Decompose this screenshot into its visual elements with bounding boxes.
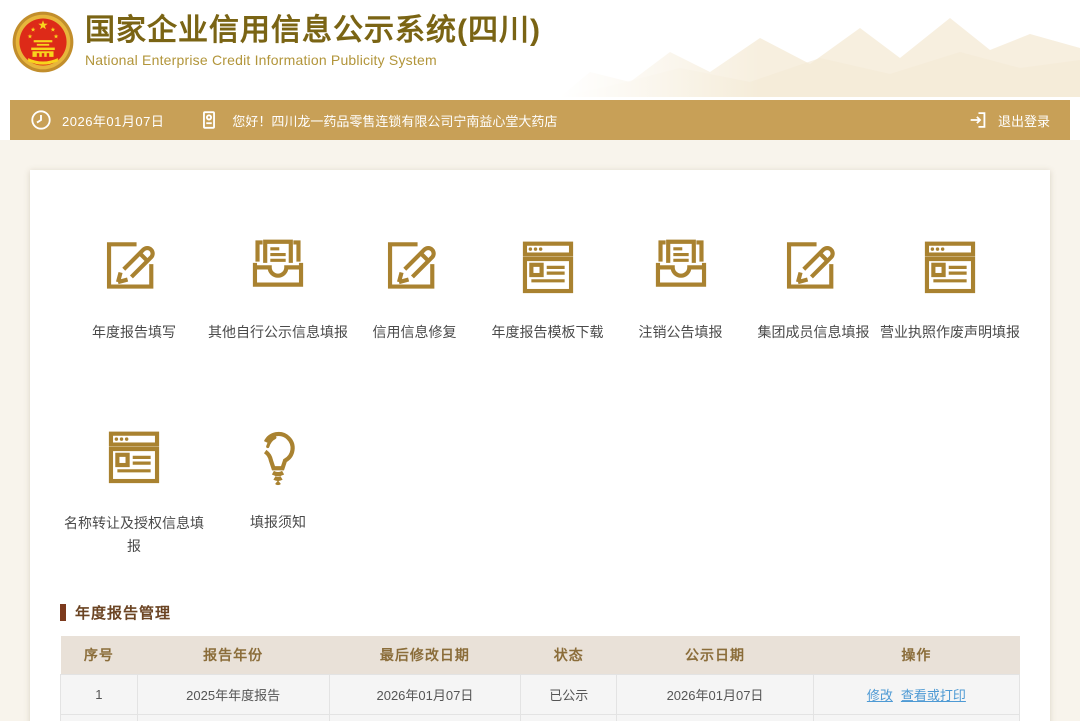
cell-report-year: 2025年年度报告: [137, 674, 329, 714]
col-header-status: 状态: [521, 636, 617, 674]
menu-item-annual-report-template-download[interactable]: 年度报告模板下载: [481, 236, 614, 342]
cell-actions: 修改查看或打印: [813, 674, 1019, 714]
modify-link[interactable]: 修改: [867, 688, 893, 703]
topbar-wrap: 2026年01月07日 您好！四川龙一药品零售连锁有限公司宁南益心堂大药店 退出…: [0, 97, 1080, 140]
menu-item-label: 填报须知: [250, 512, 306, 532]
section-title: 年度报告管理: [60, 602, 1020, 623]
table-row: 1 2025年年度报告 2026年01月07日 已公示 2026年01月07日 …: [61, 674, 1020, 714]
menu-item-filing-instructions[interactable]: 填报须知: [208, 426, 348, 557]
menu-item-credit-repair[interactable]: 信用信息修复: [348, 236, 481, 342]
function-menu: 年度报告填写 其他自行公示信息填报 信用信息修复 年度报告模板下载 注销公告填报…: [60, 236, 1020, 557]
table-header-row: 序号 报告年份 最后修改日期 状态 公示日期 操作: [61, 636, 1020, 674]
menu-item-name-transfer-authorization-fill[interactable]: 名称转让及授权信息填报: [60, 426, 208, 557]
cell-status: 已公示: [521, 674, 617, 714]
menu-item-label: 名称转让及授权信息填报: [60, 512, 208, 557]
inbox-icon: [246, 236, 310, 300]
menu-item-group-member-info-fill[interactable]: 集团成员信息填报: [747, 236, 880, 342]
webpage-icon: [918, 236, 982, 300]
edit-icon: [383, 236, 447, 300]
webpage-icon: [102, 426, 166, 490]
annual-report-management-section: 年度报告管理 序号 报告年份 最后修改日期 状态 公示日期 操作 1 2025: [60, 602, 1020, 721]
brand: 国家企业信用信息公示系统(四川) National Enterprise Cre…: [12, 7, 541, 73]
site-header: 国家企业信用信息公示系统(四川) National Enterprise Cre…: [0, 0, 1080, 97]
logout-icon: [967, 109, 989, 131]
topbar: 2026年01月07日 您好！四川龙一药品零售连锁有限公司宁南益心堂大药店 退出…: [10, 100, 1070, 140]
menu-item-label: 信用信息修复: [373, 322, 457, 342]
table-row: [61, 714, 1020, 721]
col-header-publicity-date: 公示日期: [617, 636, 814, 674]
menu-item-label: 年度报告模板下载: [492, 322, 604, 342]
site-title: 国家企业信用信息公示系统(四川): [85, 14, 541, 49]
site-subtitle: National Enterprise Credit Information P…: [85, 52, 541, 68]
menu-item-annual-report-fill[interactable]: 年度报告填写: [60, 236, 208, 342]
user-badge-icon: [198, 109, 220, 131]
logout-button[interactable]: 退出登录: [967, 109, 1050, 131]
menu-item-label: 集团成员信息填报: [758, 322, 870, 342]
menu-item-license-void-declaration-fill[interactable]: 营业执照作废声明填报: [880, 236, 1020, 342]
edit-icon: [782, 236, 846, 300]
main-panel: 年度报告填写 其他自行公示信息填报 信用信息修复 年度报告模板下载 注销公告填报…: [30, 170, 1050, 721]
inbox-icon: [649, 236, 713, 300]
bulb-icon: [246, 426, 310, 490]
webpage-icon: [516, 236, 580, 300]
title-accent-bar: [60, 604, 66, 621]
col-header-last-modified: 最后修改日期: [329, 636, 521, 674]
col-header-no: 序号: [61, 636, 138, 674]
edit-icon: [102, 236, 166, 300]
logout-label: 退出登录: [998, 111, 1050, 130]
clock-icon: [30, 109, 52, 131]
section-title-text: 年度报告管理: [75, 602, 171, 623]
national-emblem-icon: [12, 11, 74, 73]
menu-item-label: 注销公告填报: [639, 322, 723, 342]
menu-item-label: 其他自行公示信息填报: [208, 322, 348, 342]
greeting-text: 您好！四川龙一药品零售连锁有限公司宁南益心堂大药店: [232, 111, 557, 130]
menu-item-label: 营业执照作废声明填报: [880, 322, 1020, 342]
menu-item-cancellation-notice-fill[interactable]: 注销公告填报: [614, 236, 747, 342]
cell-last-modified: 2026年01月07日: [329, 674, 521, 714]
current-date: 2026年01月07日: [62, 111, 164, 130]
cell-publicity-date: 2026年01月07日: [617, 674, 814, 714]
report-table: 序号 报告年份 最后修改日期 状态 公示日期 操作 1 2025年年度报告 20…: [60, 636, 1020, 721]
cell-no: 1: [61, 674, 138, 714]
menu-item-other-publicity-fill[interactable]: 其他自行公示信息填报: [208, 236, 348, 342]
menu-item-label: 年度报告填写: [92, 322, 176, 342]
great-wall-watermark: [560, 0, 1080, 97]
view-or-print-link[interactable]: 查看或打印: [901, 688, 966, 703]
col-header-report-year: 报告年份: [137, 636, 329, 674]
col-header-actions: 操作: [813, 636, 1019, 674]
